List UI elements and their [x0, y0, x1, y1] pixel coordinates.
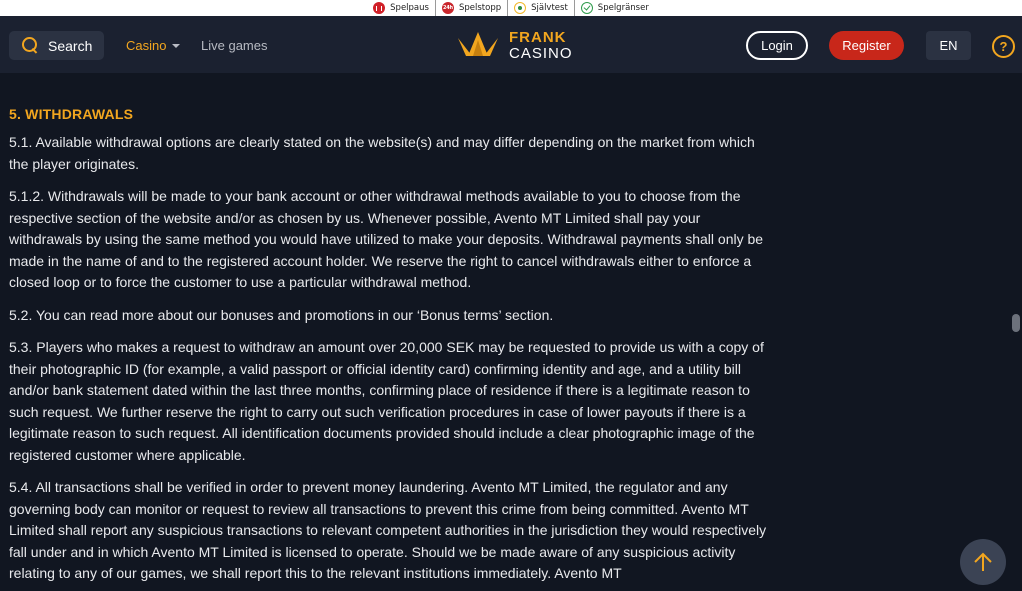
arrow-up-icon — [974, 552, 992, 571]
login-button[interactable]: Login — [746, 31, 808, 60]
section-title: 5. WITHDRAWALS — [9, 106, 134, 122]
paragraph-5-4: 5.4. All transactions shall be verified … — [9, 479, 767, 581]
self-test-icon — [514, 2, 527, 14]
sjalvtest-label: Självtest — [531, 3, 568, 13]
spelpaus-label: Spelpaus — [390, 3, 429, 13]
pause-icon — [373, 2, 386, 14]
spelstopp-link[interactable]: 24h Spelstopp — [434, 0, 507, 16]
terms-content: 5. WITHDRAWALS 5.1. Available withdrawal… — [0, 73, 1010, 591]
check-icon — [580, 2, 593, 14]
logo-text-frank: FRANK — [509, 28, 567, 46]
nav-casino-dropdown[interactable]: Casino — [126, 38, 181, 53]
search-label: Search — [48, 37, 93, 54]
spelgranser-link[interactable]: Spelgränser — [573, 0, 655, 16]
paragraph-5-1-2: 5.1.2. Withdrawals will be made to your … — [9, 188, 764, 290]
search-icon — [22, 37, 39, 54]
language-selector[interactable]: EN — [926, 31, 971, 60]
spelgranser-label: Spelgränser — [597, 3, 649, 13]
nav-live-games[interactable]: Live games — [201, 38, 267, 53]
site-logo[interactable]: FRANK CASINO — [456, 29, 573, 61]
paragraph-5-2: 5.2. You can read more about our bonuses… — [9, 306, 554, 323]
page-scrollbar[interactable] — [1010, 73, 1022, 591]
scroll-to-top-button[interactable] — [960, 539, 1006, 585]
spelstopp-label: Spelstopp — [458, 3, 502, 13]
register-button[interactable]: Register — [829, 31, 904, 60]
paragraph-5-1: 5.1. Available withdrawal options are cl… — [9, 134, 755, 172]
nav-casino-label: Casino — [126, 38, 167, 53]
scrollbar-thumb[interactable] — [1012, 314, 1020, 332]
logo-text-casino: CASINO — [509, 44, 573, 62]
regulatory-bar: Spelpaus 24h Spelstopp Självtest Spelgrä… — [0, 0, 1022, 16]
sjalvtest-link[interactable]: Självtest — [507, 0, 574, 16]
site-header: Search Casino Live games FRANK CASINO Lo… — [0, 16, 1022, 73]
paragraph-5-3: 5.3. Players who makes a request to with… — [9, 339, 764, 463]
crown-icon — [458, 32, 498, 56]
help-icon[interactable]: ? — [992, 35, 1015, 58]
24h-icon: 24h — [441, 2, 454, 14]
search-button[interactable]: Search — [9, 31, 104, 60]
spelpaus-link[interactable]: Spelpaus — [367, 0, 435, 16]
chevron-down-icon — [172, 44, 181, 48]
